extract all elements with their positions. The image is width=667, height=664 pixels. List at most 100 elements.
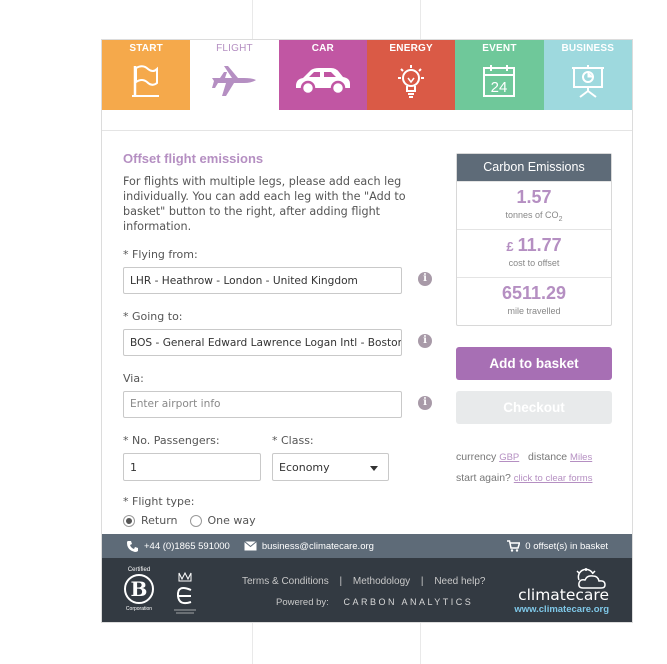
methodology-link[interactable]: Methodology: [353, 576, 410, 587]
carbon-analytics-logo[interactable]: CARBON ANALYTICS: [343, 597, 473, 607]
radio-button[interactable]: [189, 514, 202, 527]
carbon-calculator-widget: START FLIGHT CAR ENERGY EVENT 24 BUSINES…: [101, 39, 633, 623]
tab-business[interactable]: BUSINESS: [543, 40, 632, 110]
miles-label: mile travelled: [507, 306, 561, 316]
link-separator: |: [420, 576, 424, 587]
tab-label: CAR: [311, 43, 334, 54]
start-again-row: start again? click to clear forms: [456, 468, 612, 489]
cart-icon: [507, 540, 521, 552]
currency-symbol: £: [506, 239, 514, 254]
class-group: * Class: Economy: [272, 434, 389, 481]
tab-label: EVENT: [482, 43, 517, 54]
radio-one-way[interactable]: One way: [189, 514, 256, 527]
email-address: business@climatecare.org: [261, 540, 374, 552]
flag-icon: [131, 64, 161, 103]
flying-from-row: LHR - Heathrow - London - United Kingdom…: [123, 267, 443, 294]
emissions-panel: Carbon Emissions 1.57 tonnes of CO2 £11.…: [456, 153, 612, 489]
currency-link[interactable]: GBP: [499, 452, 519, 463]
passengers-label: * No. Passengers:: [123, 434, 220, 447]
flight-type-label: * Flight type:: [123, 495, 195, 508]
basket-status[interactable]: 0 offset(s) in basket: [507, 540, 608, 552]
climatecare-logo[interactable]: climatecare www.climatecare.org: [514, 566, 609, 615]
add-to-basket-button[interactable]: Add to basket: [456, 347, 612, 380]
link-separator: |: [339, 576, 343, 587]
calendar-day-number: 24: [491, 79, 508, 96]
presentation-icon: [571, 64, 605, 103]
tab-energy[interactable]: ENERGY: [366, 40, 456, 110]
cost-label: cost to offset: [508, 258, 560, 268]
site-footer: Certified B Corporation Terms & Conditio…: [102, 558, 632, 622]
tonnes-label: tonnes of CO2: [505, 210, 563, 223]
clear-forms-link[interactable]: click to clear forms: [514, 473, 593, 484]
checkout-button[interactable]: Checkout: [456, 391, 612, 424]
distance-link[interactable]: Miles: [570, 452, 592, 463]
info-icon[interactable]: i: [418, 396, 432, 410]
email-item[interactable]: business@climatecare.org: [244, 541, 374, 552]
going-to-input[interactable]: BOS - General Edward Lawrence Logan Intl…: [123, 329, 402, 356]
footer-links: Terms & Conditions | Methodology | Need …: [242, 576, 493, 587]
tab-flight[interactable]: FLIGHT: [190, 40, 279, 110]
passengers-class-row: * No. Passengers: 1 * Class: Economy: [123, 434, 443, 481]
currency-label: currency: [456, 451, 497, 463]
car-icon: [293, 64, 353, 101]
radio-label: Return: [141, 514, 178, 527]
chevron-down-icon: [370, 466, 378, 471]
info-icon[interactable]: i: [418, 334, 432, 348]
calculator-body: Offset flight emissions For flights with…: [102, 130, 632, 534]
calendar-icon: 24: [482, 64, 516, 103]
intro-text: For flights with multiple legs, please a…: [123, 175, 406, 233]
powered-by: Powered by: CARBON ANALYTICS: [276, 597, 473, 608]
cloud-sun-icon: [576, 568, 606, 589]
phone-item[interactable]: +44 (0)1865 591000: [126, 540, 230, 553]
terms-link[interactable]: Terms & Conditions: [242, 576, 329, 587]
contact-bar: +44 (0)1865 591000 business@climatecare.…: [102, 534, 632, 558]
flight-form: Offset flight emissions For flights with…: [123, 151, 443, 527]
queens-award-logo: [174, 571, 196, 614]
airplane-icon: [210, 64, 258, 103]
radio-button-selected[interactable]: [123, 514, 135, 527]
via-row: i: [123, 391, 443, 418]
tab-label: ENERGY: [389, 43, 433, 54]
passengers-group: * No. Passengers: 1: [123, 434, 261, 481]
tab-label: BUSINESS: [561, 43, 615, 54]
section-title: Offset flight emissions: [123, 151, 264, 166]
info-icon[interactable]: i: [418, 272, 432, 286]
class-select[interactable]: Economy: [272, 453, 389, 481]
going-to-row: BOS - General Edward Lawrence Logan Intl…: [123, 329, 443, 356]
powered-by-label: Powered by:: [276, 597, 329, 608]
brand-url[interactable]: www.climatecare.org: [514, 604, 609, 615]
envelope-icon: [244, 541, 257, 551]
passengers-input[interactable]: 1: [123, 453, 261, 481]
class-select-value: Economy: [279, 461, 330, 474]
flying-from-input[interactable]: LHR - Heathrow - London - United Kingdom: [123, 267, 402, 294]
tab-start[interactable]: START: [102, 40, 191, 110]
tonnes-cell: 1.57 tonnes of CO2: [457, 181, 611, 229]
settings-meta: currency GBP distance Miles start again?…: [456, 447, 612, 489]
distance-label: distance: [528, 451, 568, 463]
miles-value: 6511.29: [501, 283, 567, 303]
going-to-label: * Going to:: [123, 310, 183, 323]
tab-label: FLIGHT: [216, 43, 253, 54]
cost-cell: £11.77 cost to offset: [457, 229, 611, 277]
currency-distance-row: currency GBP distance Miles: [456, 447, 612, 468]
cost-value: £11.77: [506, 235, 562, 255]
radio-return[interactable]: Return: [123, 514, 178, 527]
radio-label: One way: [207, 514, 256, 527]
help-link[interactable]: Need help?: [434, 576, 485, 587]
tonnes-value: 1.57: [516, 187, 552, 207]
via-label: Via:: [123, 372, 144, 385]
tab-label: START: [129, 43, 163, 54]
class-label: * Class:: [272, 434, 314, 447]
miles-cell: 6511.29 mile travelled: [457, 277, 611, 325]
via-input[interactable]: [123, 391, 402, 418]
carbon-emissions-box: Carbon Emissions 1.57 tonnes of CO2 £11.…: [456, 153, 612, 326]
tab-event[interactable]: EVENT 24: [455, 40, 544, 110]
carbon-emissions-title: Carbon Emissions: [457, 154, 611, 181]
flight-type-radios: Return One way: [123, 514, 443, 527]
phone-icon: [127, 540, 138, 552]
start-again-label: start again?: [456, 472, 511, 484]
lightbulb-icon: [394, 64, 428, 105]
phone-number: +44 (0)1865 591000: [144, 540, 230, 552]
tab-car[interactable]: CAR: [278, 40, 367, 110]
calculator-tabs: START FLIGHT CAR ENERGY EVENT 24 BUSINES…: [102, 40, 632, 110]
